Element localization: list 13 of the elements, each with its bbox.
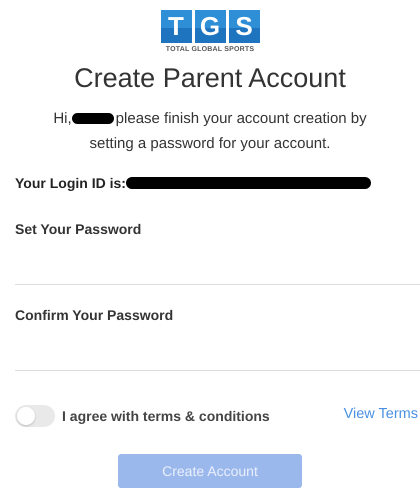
terms-label: I agree with terms & conditions: [62, 408, 271, 424]
greeting-text: setting a password for your account.: [90, 134, 330, 154]
logo-letter: S: [228, 10, 260, 43]
page-title: Create Parent Account: [73, 63, 347, 94]
logo-letter: G: [194, 10, 226, 43]
view-terms-link[interactable]: View Terms: [344, 406, 418, 422]
greeting-text: please finish your account creation by: [116, 109, 367, 129]
field-label: Confirm Your Password: [15, 307, 174, 323]
greeting-text: Hi,: [53, 109, 72, 129]
login-id-label: Your Login ID is:: [15, 175, 126, 191]
toggle-switch[interactable]: [15, 405, 55, 427]
field-label: Set Your Password: [15, 221, 142, 237]
logo-letter: T: [160, 10, 192, 43]
